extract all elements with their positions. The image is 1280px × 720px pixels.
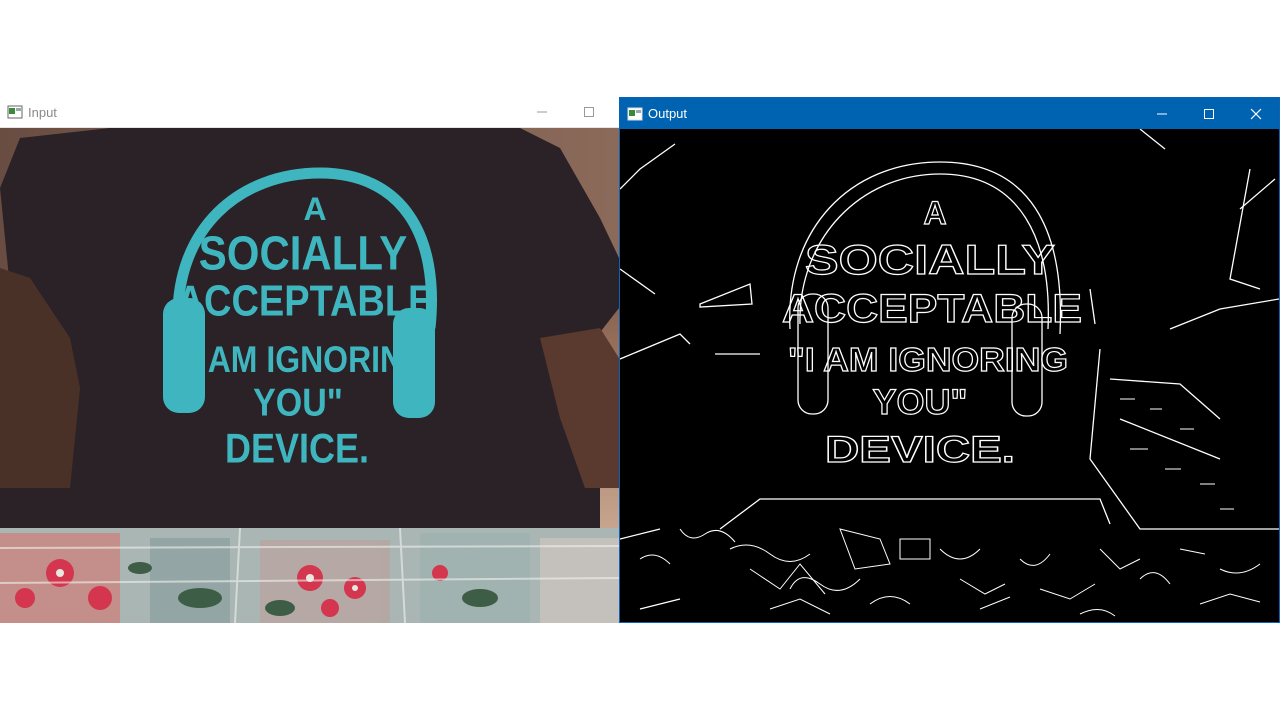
edge-text-line1: A (923, 195, 946, 231)
opencv-window-icon (627, 107, 643, 120)
opencv-window-icon (7, 105, 23, 119)
shirt-text-line1: A (303, 191, 326, 227)
maximize-button[interactable] (1185, 98, 1232, 129)
maximize-icon (1203, 108, 1214, 119)
shirt-text-line4: "I AM IGNORING (176, 340, 428, 381)
minimize-icon (1156, 113, 1167, 114)
minimize-button[interactable] (518, 97, 565, 128)
maximize-button[interactable] (565, 97, 612, 128)
edge-detection-image: A SOCIALLY ACCEPTABLE "I AM IGNORING YOU… (620, 129, 1279, 622)
edge-text-line2: SOCIALLY (805, 236, 1055, 283)
input-window-title: Input (28, 104, 57, 120)
edge-text-line5: YOU" (873, 383, 968, 422)
minimize-icon (536, 111, 547, 113)
edge-text-line4: "I AM IGNORING (788, 341, 1068, 378)
close-button[interactable] (1232, 98, 1279, 129)
webcam-frame-image: A SOCIALLY ACCEPTABLE "I AM IGNORING YOU… (0, 128, 619, 623)
minimize-button[interactable] (1138, 98, 1185, 129)
shirt-text-line6: DEVICE. (225, 426, 369, 472)
output-window-title: Output (648, 106, 688, 121)
maximize-icon (583, 107, 594, 117)
close-icon (1250, 108, 1261, 119)
edge-text-line3: ACCEPTABLE (782, 287, 1082, 331)
edge-text-line6: DEVICE. (825, 429, 1015, 470)
output-window: Output A SOCIALLY ACCEPTABLE "I AM IGNOR… (619, 97, 1280, 623)
input-titlebar[interactable]: Input (0, 97, 619, 128)
input-window: Input A SOCIALLY ACCEPTABLE "I AM IGNORI… (0, 97, 619, 623)
shirt-text-line2: SOCIALLY (199, 226, 407, 280)
output-titlebar[interactable]: Output (620, 98, 1279, 129)
output-edge-view: A SOCIALLY ACCEPTABLE "I AM IGNORING YOU… (620, 129, 1279, 622)
shirt-text-line5: YOU" (253, 380, 343, 424)
shirt-text-line3: ACCEPTABLE (177, 276, 434, 325)
input-image-view: A SOCIALLY ACCEPTABLE "I AM IGNORING YOU… (0, 128, 619, 623)
